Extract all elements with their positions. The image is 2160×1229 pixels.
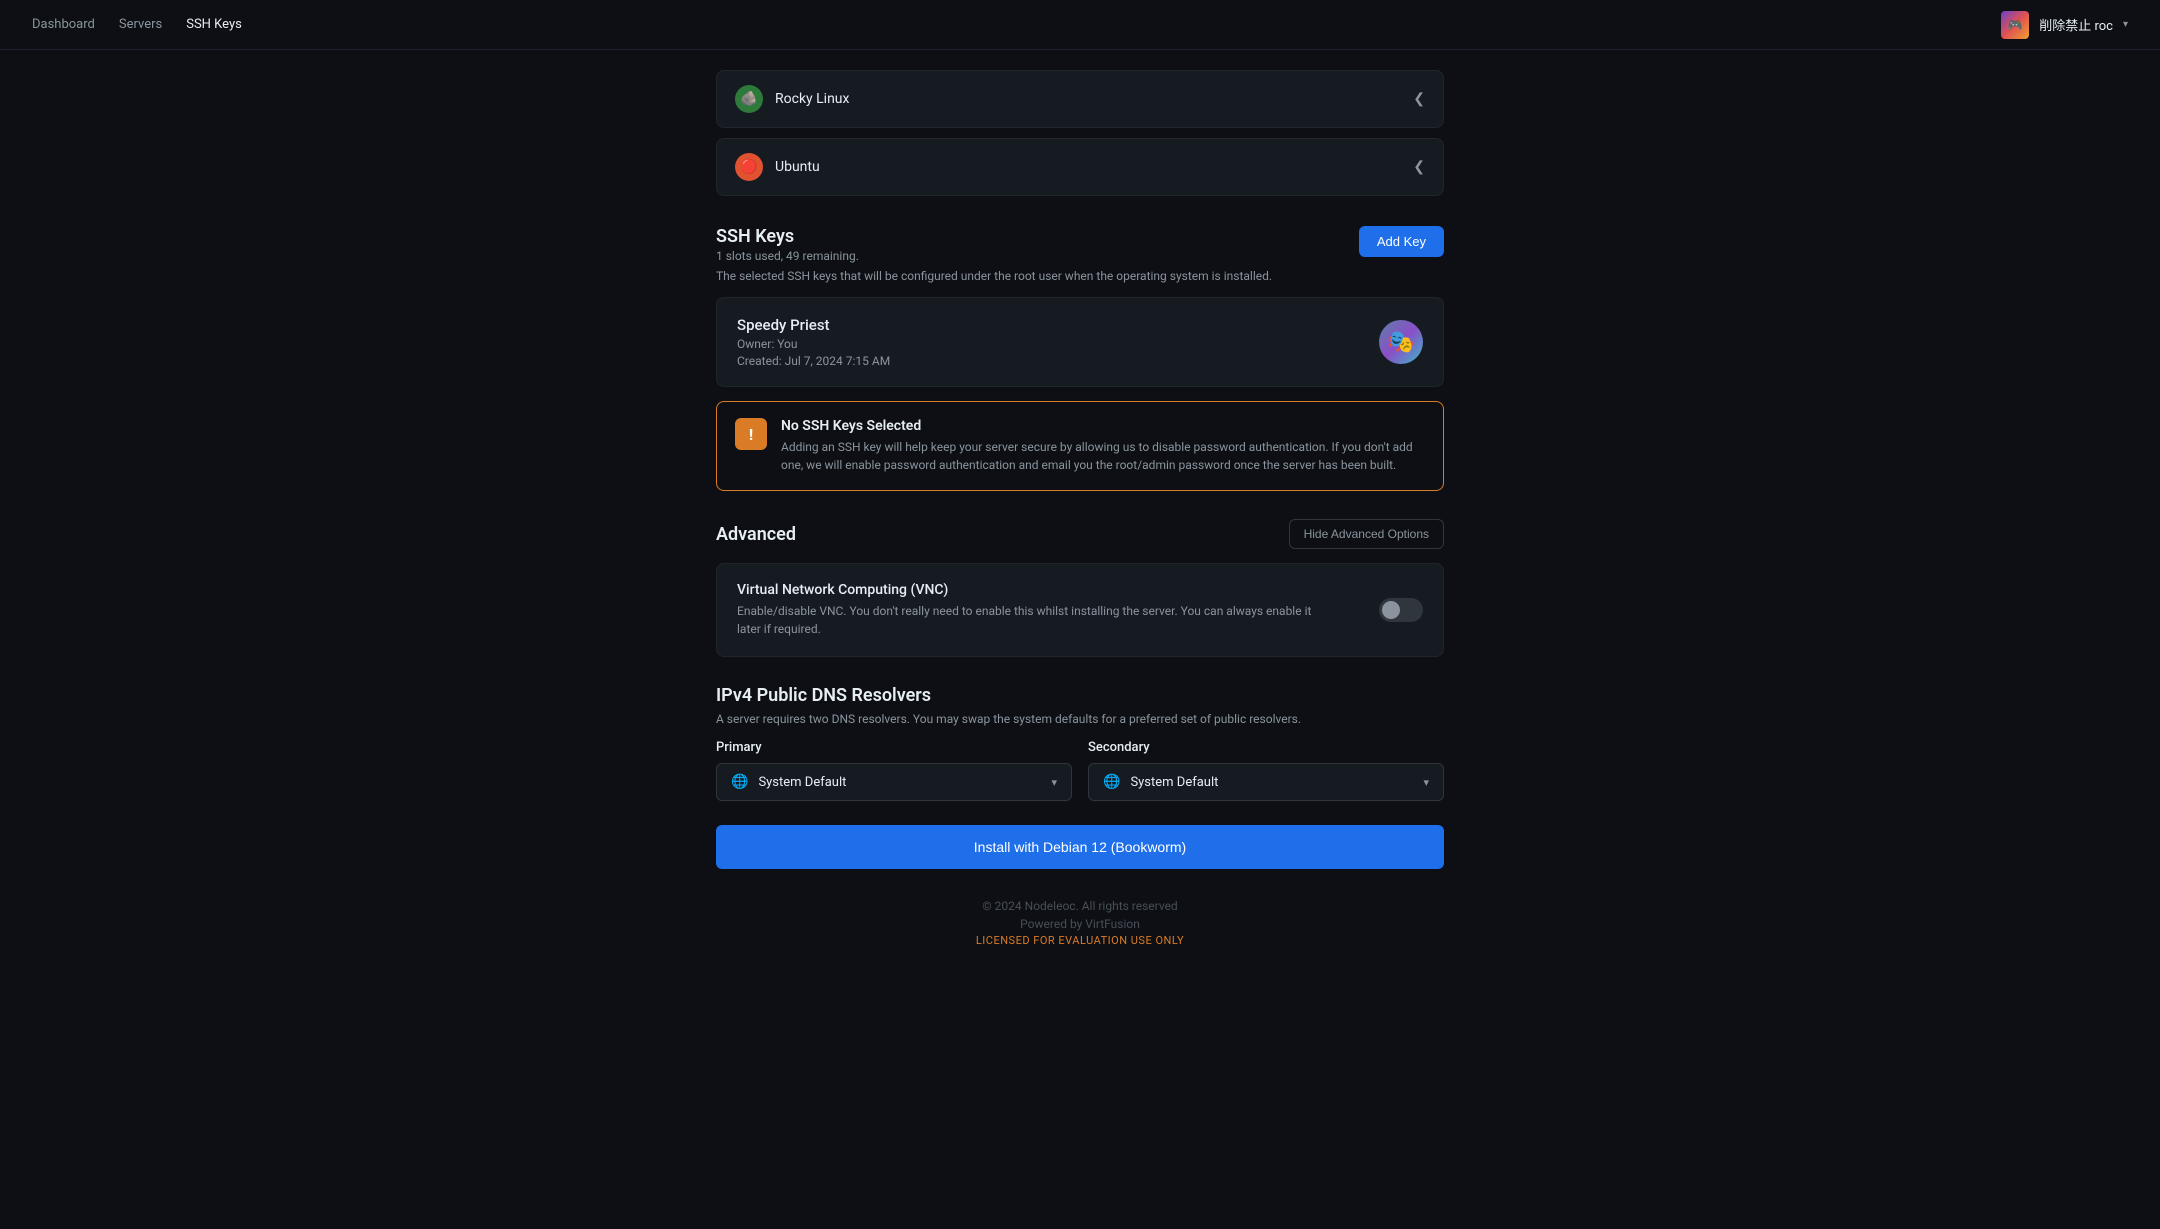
add-key-button[interactable]: Add Key bbox=[1359, 226, 1444, 257]
ssh-key-avatar: 🎭 bbox=[1379, 320, 1423, 364]
warning-text: Adding an SSH key will help keep your se… bbox=[781, 438, 1425, 474]
dns-section: IPv4 Public DNS Resolvers A server requi… bbox=[716, 685, 1444, 801]
secondary-dns-value: System Default bbox=[1130, 775, 1218, 790]
rocky-chevron-icon: ❮ bbox=[1413, 91, 1425, 107]
footer-eval-notice: LICENSED FOR EVALUATION USE ONLY bbox=[716, 934, 1444, 947]
vnc-toggle[interactable] bbox=[1379, 598, 1423, 622]
vnc-title: Virtual Network Computing (VNC) bbox=[737, 582, 1317, 598]
ssh-key-owner: Owner: You bbox=[737, 337, 890, 351]
nav-servers[interactable]: Servers bbox=[119, 17, 162, 32]
secondary-globe-icon: 🌐 bbox=[1103, 774, 1120, 790]
warning-icon: ! bbox=[735, 418, 767, 450]
ssh-section-description: The selected SSH keys that will be confi… bbox=[716, 269, 1444, 283]
ssh-section-title: SSH Keys bbox=[716, 226, 859, 247]
nav-links: Dashboard Servers SSH Keys bbox=[32, 17, 242, 32]
hide-advanced-options-button[interactable]: Hide Advanced Options bbox=[1289, 519, 1444, 549]
footer: © 2024 Nodeleoc. All rights reserved Pow… bbox=[716, 899, 1444, 967]
ssh-key-card: Speedy Priest Owner: You Created: Jul 7,… bbox=[716, 297, 1444, 387]
user-menu[interactable]: 🎮 削除禁止 roc ▾ bbox=[2001, 11, 2128, 39]
username: 削除禁止 roc bbox=[2039, 15, 2113, 34]
rocky-linux-icon: 🪨 bbox=[735, 85, 763, 113]
dns-description: A server requires two DNS resolvers. You… bbox=[716, 712, 1444, 726]
secondary-dns-group: Secondary 🌐 System Default ▾ bbox=[1088, 740, 1444, 801]
nav-ssh-keys[interactable]: SSH Keys bbox=[186, 17, 242, 32]
vnc-description: Enable/disable VNC. You don't really nee… bbox=[737, 602, 1317, 638]
os-item-ubuntu[interactable]: 🔴 Ubuntu ❮ bbox=[716, 138, 1444, 196]
rocky-linux-name: Rocky Linux bbox=[775, 91, 849, 107]
navbar: Dashboard Servers SSH Keys 🎮 削除禁止 roc ▾ bbox=[0, 0, 2160, 50]
ssh-key-name: Speedy Priest bbox=[737, 316, 890, 334]
ssh-slots-info: 1 slots used, 49 remaining. bbox=[716, 249, 859, 263]
nav-dashboard[interactable]: Dashboard bbox=[32, 17, 95, 32]
ubuntu-icon: 🔴 bbox=[735, 153, 763, 181]
secondary-dns-caret: ▾ bbox=[1423, 776, 1429, 789]
user-menu-caret: ▾ bbox=[2123, 19, 2128, 30]
dns-title: IPv4 Public DNS Resolvers bbox=[716, 685, 1444, 706]
advanced-header: Advanced Hide Advanced Options bbox=[716, 519, 1444, 549]
primary-dns-select[interactable]: 🌐 System Default ▾ bbox=[716, 763, 1072, 801]
toggle-knob bbox=[1382, 601, 1400, 619]
ubuntu-name: Ubuntu bbox=[775, 159, 820, 175]
primary-dns-value: System Default bbox=[758, 775, 846, 790]
dns-grid: Primary 🌐 System Default ▾ Secondary 🌐 S… bbox=[716, 740, 1444, 801]
primary-dns-caret: ▾ bbox=[1051, 776, 1057, 789]
footer-powered: Powered by VirtFusion bbox=[716, 917, 1444, 931]
warning-title: No SSH Keys Selected bbox=[781, 418, 1425, 434]
main-content: 🪨 Rocky Linux ❮ 🔴 Ubuntu ❮ SSH Keys 1 sl… bbox=[700, 50, 1460, 1027]
primary-dns-group: Primary 🌐 System Default ▾ bbox=[716, 740, 1072, 801]
advanced-title: Advanced bbox=[716, 524, 796, 545]
no-ssh-keys-warning: ! No SSH Keys Selected Adding an SSH key… bbox=[716, 401, 1444, 491]
secondary-dns-label: Secondary bbox=[1088, 740, 1444, 755]
vnc-card: Virtual Network Computing (VNC) Enable/d… bbox=[716, 563, 1444, 657]
ssh-key-created: Created: Jul 7, 2024 7:15 AM bbox=[737, 354, 890, 368]
os-item-rocky[interactable]: 🪨 Rocky Linux ❮ bbox=[716, 70, 1444, 128]
install-button[interactable]: Install with Debian 12 (Bookworm) bbox=[716, 825, 1444, 869]
primary-dns-label: Primary bbox=[716, 740, 1072, 755]
avatar: 🎮 bbox=[2001, 11, 2029, 39]
footer-copyright: © 2024 Nodeleoc. All rights reserved bbox=[716, 899, 1444, 913]
ssh-section-header: SSH Keys 1 slots used, 49 remaining. Add… bbox=[716, 226, 1444, 263]
primary-globe-icon: 🌐 bbox=[731, 774, 748, 790]
ubuntu-chevron-icon: ❮ bbox=[1413, 159, 1425, 175]
secondary-dns-select[interactable]: 🌐 System Default ▾ bbox=[1088, 763, 1444, 801]
